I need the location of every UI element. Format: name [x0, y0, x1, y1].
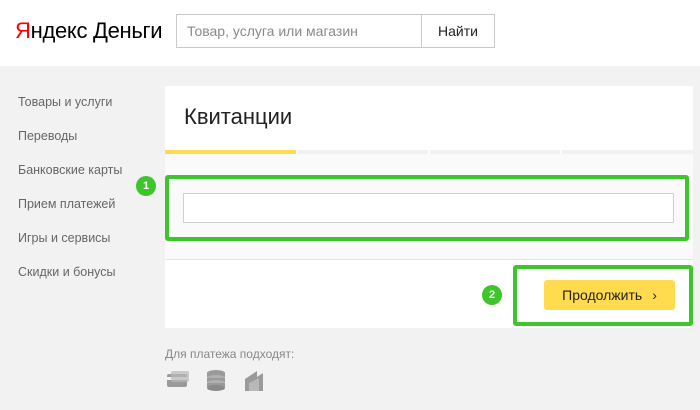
sidebar-item-discounts-bonuses[interactable]: Скидки и бонусы — [18, 262, 122, 296]
search-input[interactable] — [176, 14, 422, 48]
header: Яндекс Деньги Найти — [0, 0, 700, 66]
highlight-frame-button — [513, 265, 693, 326]
logo-letter: Я — [15, 18, 31, 43]
logo-text: ндекс Деньги — [30, 18, 163, 43]
card-icon — [167, 371, 189, 387]
payment-methods-icons — [165, 367, 269, 393]
search-button[interactable]: Найти — [421, 14, 495, 48]
wallet-icon — [245, 371, 263, 391]
section-divider — [165, 259, 693, 260]
coins-icon — [207, 370, 225, 391]
sidebar-item-games-services[interactable]: Игры и сервисы — [18, 228, 122, 262]
sidebar-item-goods-services[interactable]: Товары и услуги — [18, 92, 122, 126]
sidebar-nav: Товары и услуги Переводы Банковские карт… — [18, 92, 122, 296]
yandex-money-logo[interactable]: Яндекс Деньги — [15, 18, 163, 44]
step-badge-1: 1 — [136, 176, 156, 196]
highlight-frame-input — [165, 175, 689, 241]
sidebar-item-transfers[interactable]: Переводы — [18, 126, 122, 160]
sidebar-item-bank-cards[interactable]: Банковские карты — [18, 160, 122, 194]
page-title: Квитанции — [184, 104, 293, 129]
step-badge-2: 2 — [482, 285, 502, 305]
payment-methods-hint: Для платежа подходят: — [165, 347, 295, 361]
sidebar-item-accept-payments[interactable]: Прием платежей — [18, 194, 122, 228]
